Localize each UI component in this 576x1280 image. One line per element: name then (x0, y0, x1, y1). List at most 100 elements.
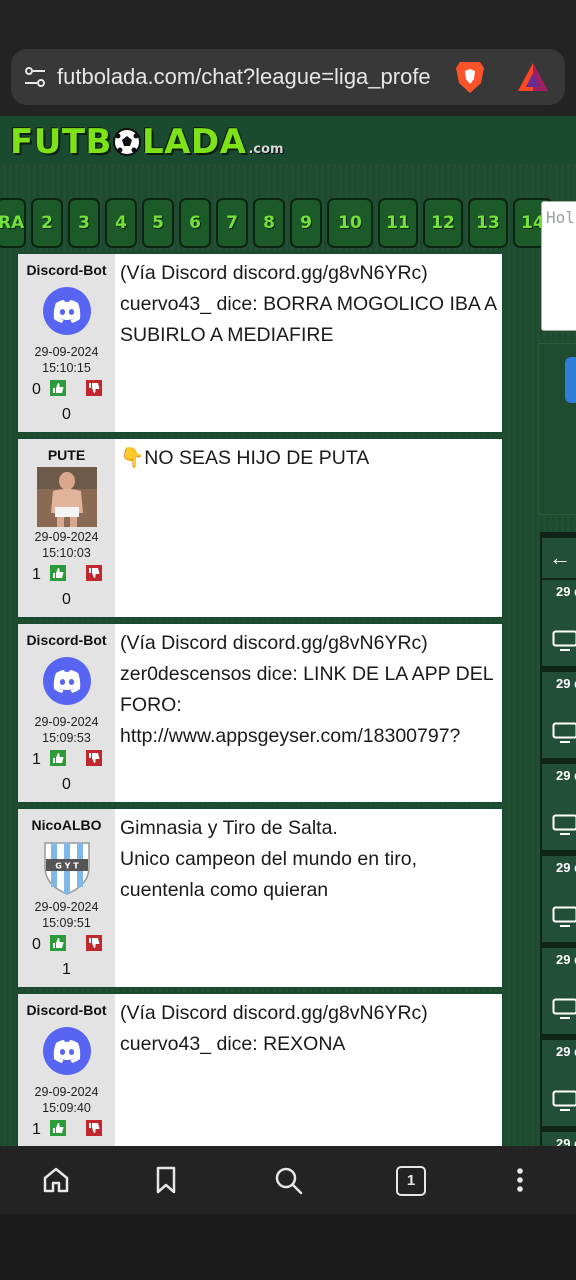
message-date: 29-09-2024 (34, 1085, 99, 1099)
league-pager: RA 2 3 4 5 6 7 8 9 10 11 12 13 14 (0, 198, 556, 250)
vote-controls: 1 (28, 1118, 108, 1138)
discord-avatar-icon[interactable] (43, 657, 91, 705)
message-username[interactable]: NicoALBO (18, 817, 115, 833)
discord-avatar-icon[interactable] (43, 287, 91, 335)
message-text: 👇NO SEAS HIJO DE PUTA (120, 443, 500, 474)
user-photo-avatar[interactable] (37, 467, 97, 527)
message-text-line: Gimnasia y Tiro de Salta. (120, 817, 338, 839)
notification-item[interactable]: 29 d (542, 946, 576, 1034)
bookmark-icon[interactable] (150, 1164, 182, 1196)
browser-bottom-bar: 1 (0, 1146, 576, 1214)
thumbs-up-icon[interactable] (50, 565, 66, 581)
thumbs-up-icon[interactable] (50, 380, 66, 396)
chat-message: Discord-Bot 29-09-2024 15:09:40 1 (Vía Disco… (16, 992, 504, 1146)
chat-message: PUTE 29-09-2024 15:10:03 1 0 👇NO SEAS HIJO DE… (16, 437, 504, 619)
gyt-crest-avatar[interactable]: G Y T (37, 837, 97, 897)
message-text: (Vía Discord discord.gg/g8vN6YRc) zer0de… (120, 628, 500, 752)
chat-message: Discord-Bot 29-09-2024 15:10:15 0 0 (Vía Disc… (16, 252, 504, 434)
message-date: 29-09-2024 (34, 715, 99, 729)
downvote-count: 0 (62, 776, 71, 793)
message-text-body: (Vía Discord discord.gg/g8vN6YRc) zer0de… (120, 632, 493, 747)
notification-date: 29 d (556, 952, 576, 967)
web-page: FUTB LADA .com RA 2 3 4 5 6 7 8 9 10 11 12 13 14 Hol Di… (0, 116, 576, 1146)
thumbs-up-icon[interactable] (50, 750, 66, 766)
thumbs-down-icon[interactable] (86, 935, 102, 951)
svg-text:G Y T: G Y T (55, 862, 79, 871)
notification-date: 29 d (556, 860, 576, 875)
search-icon[interactable] (272, 1164, 304, 1196)
thumbs-up-icon[interactable] (50, 1120, 66, 1136)
upvote-count: 0 (32, 381, 41, 398)
chat-message: NicoALBO G Y T 29-09-2024 15:09:51 0 1 Gimnasi… (16, 807, 504, 989)
chat-message: Discord-Bot 29-09-2024 15:09:53 1 0 (Vía Disc… (16, 622, 504, 804)
vote-controls: 0 (28, 378, 108, 398)
notification-item[interactable]: 29 d (542, 1130, 576, 1146)
downvote-count: 0 (62, 406, 71, 423)
page-button[interactable]: 9 (290, 198, 322, 248)
message-timestamp: 29-09-2024 15:09:53 (18, 714, 115, 746)
more-menu-icon[interactable] (504, 1164, 536, 1196)
message-time: 15:10:03 (42, 546, 91, 560)
downvote-count: 1 (62, 961, 71, 978)
notification-item[interactable]: 29 d (542, 762, 576, 850)
upvote-count: 1 (32, 1121, 41, 1138)
message-meta: Discord-Bot 29-09-2024 15:09:53 1 0 (18, 624, 115, 802)
thumbs-down-icon[interactable] (86, 380, 102, 396)
url-text[interactable]: futbolada.com/chat?league=liga_profe (57, 63, 449, 91)
page-button[interactable]: 6 (179, 198, 211, 248)
tab-switcher-button[interactable]: 1 (396, 1166, 426, 1196)
message-meta: NicoALBO G Y T 29-09-2024 15:09:51 0 1 (18, 809, 115, 987)
computer-icon (552, 814, 576, 835)
discord-avatar-icon[interactable] (43, 1027, 91, 1075)
message-time: 15:09:40 (42, 1101, 91, 1115)
upvote-count: 1 (32, 751, 41, 768)
notification-item[interactable]: 29 d (542, 578, 576, 666)
page-button[interactable]: 7 (216, 198, 248, 248)
status-bar (0, 0, 576, 40)
upvote-count: 1 (32, 566, 41, 583)
address-bar[interactable]: futbolada.com/chat?league=liga_profe (11, 49, 565, 105)
thumbs-down-icon[interactable] (86, 1120, 102, 1136)
message-username[interactable]: Discord-Bot (18, 1002, 115, 1018)
notification-item[interactable]: 29 d (542, 854, 576, 942)
message-username[interactable]: Discord-Bot (18, 262, 115, 278)
thumbs-down-icon[interactable] (86, 750, 102, 766)
message-input[interactable]: Hol (541, 201, 576, 331)
page-button[interactable]: 10 (327, 198, 373, 248)
system-gesture-area (0, 1214, 576, 1280)
logo-suffix: .com (248, 142, 284, 157)
thumbs-up-icon[interactable] (50, 935, 66, 951)
page-button[interactable]: RA (0, 198, 26, 248)
page-button[interactable]: 11 (378, 198, 418, 248)
downvote-count: 0 (62, 591, 71, 608)
message-date: 29-09-2024 (34, 900, 99, 914)
page-button[interactable]: 13 (468, 198, 508, 248)
notification-item[interactable]: 29 d (542, 670, 576, 758)
page-button[interactable]: 2 (31, 198, 63, 248)
page-button[interactable]: 12 (423, 198, 463, 248)
vote-controls: 1 (28, 563, 108, 583)
message-text: (Vía Discord discord.gg/g8vN6YRc) cuervo… (120, 258, 500, 351)
send-button[interactable] (565, 357, 576, 403)
site-logo[interactable]: FUTB LADA .com (10, 122, 284, 162)
thumbs-down-icon[interactable] (86, 565, 102, 581)
message-text-line: Unico campeon del mundo en tiro, cuenten… (120, 848, 418, 901)
page-button[interactable]: 4 (105, 198, 137, 248)
notification-date: 29 d (556, 1136, 576, 1146)
page-button[interactable]: 3 (68, 198, 100, 248)
message-username[interactable]: Discord-Bot (18, 632, 115, 648)
brave-rewards-icon[interactable] (516, 61, 550, 93)
brave-shields-icon[interactable] (454, 59, 486, 95)
soccer-ball-icon (112, 128, 141, 156)
home-icon[interactable] (40, 1164, 72, 1196)
notification-item[interactable]: 29 d (542, 1038, 576, 1126)
site-settings-icon[interactable] (23, 65, 47, 89)
notification-date: 29 d (556, 768, 576, 783)
message-text-body: (Vía Discord discord.gg/g8vN6YRc) cuervo… (120, 1002, 428, 1055)
message-username[interactable]: PUTE (18, 447, 115, 463)
page-button[interactable]: 8 (253, 198, 285, 248)
back-arrow-icon[interactable]: ← (542, 538, 576, 578)
computer-icon (552, 906, 576, 927)
page-button[interactable]: 5 (142, 198, 174, 248)
vote-controls: 1 (28, 748, 108, 768)
